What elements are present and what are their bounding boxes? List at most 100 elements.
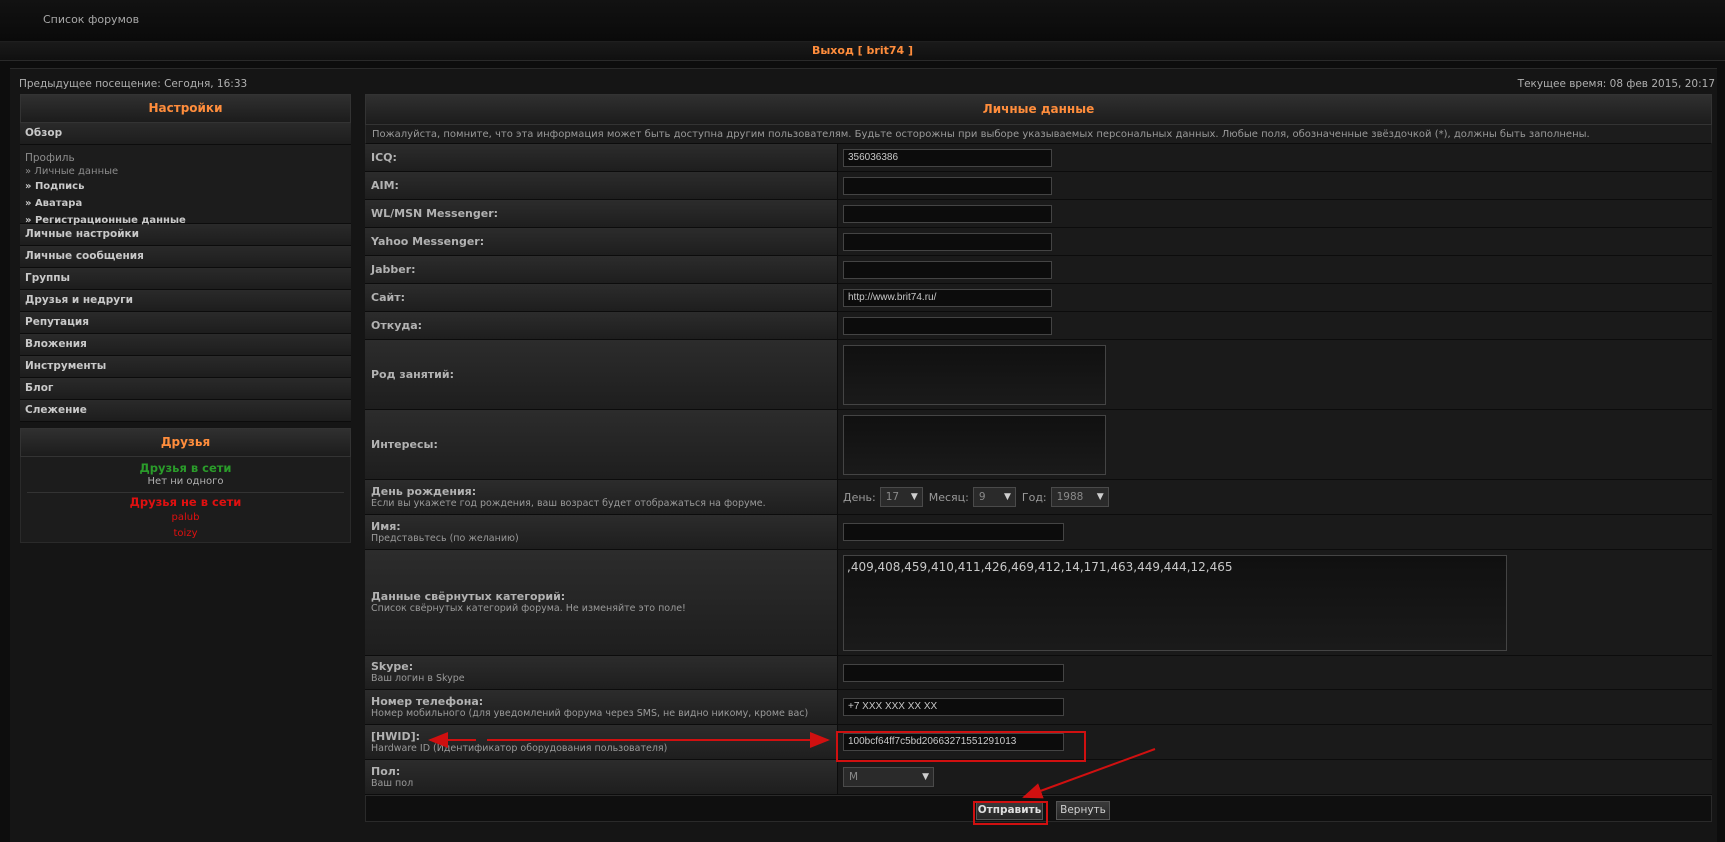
gender-label: Пол: (371, 764, 401, 778)
sidebar-item-groups[interactable]: Группы (20, 268, 351, 290)
logout-bar: Выход [ brit74 ] (0, 42, 1725, 61)
interests-textarea[interactable] (843, 414, 1106, 475)
friends-online-none: Нет ни одного (147, 476, 224, 487)
from-label: Откуда: (371, 319, 423, 332)
occupation-textarea[interactable] (843, 344, 1106, 405)
friends-title: Друзья (20, 428, 351, 457)
sidebar-item-watching[interactable]: Слежение (20, 400, 351, 422)
site-label: Сайт: (371, 291, 405, 304)
sidebar-item-personal-data[interactable]: » Личные данные (25, 165, 346, 178)
month-label: Месяц: (928, 490, 969, 504)
friend-link[interactable]: toizy (27, 526, 344, 542)
icq-input[interactable]: 356036386 (843, 148, 1052, 167)
phone-input[interactable]: +7 XXX XXX XX XX (843, 698, 1064, 716)
current-time: Текущее время: 08 фев 2015, 20:17 (1517, 78, 1715, 90)
sidebar-item-attachments[interactable]: Вложения (20, 334, 351, 356)
collapsed-label: Данные свёрнутых категорий: (371, 590, 566, 603)
chevron-down-icon: ▼ (1003, 492, 1011, 502)
row-phone: Номер телефона: Номер мобильного (для ув… (365, 690, 1712, 725)
from-input[interactable] (843, 316, 1052, 335)
row-skype: Skype: Ваш логин в Skype (365, 656, 1712, 690)
hwid-highlight-box (836, 731, 1086, 762)
row-msn: WL/MSN Messenger: (365, 200, 1712, 228)
year-value: 1988 (1056, 491, 1084, 503)
year-label: Год: (1021, 490, 1047, 504)
aim-input[interactable] (843, 176, 1052, 195)
friends-online-title: Друзья в сети (139, 461, 232, 475)
name-desc: Представьтесь (по желанию) (371, 532, 519, 544)
row-from: Откуда: (365, 312, 1712, 340)
previous-visit: Предыдущее посещение: Сегодня, 16:33 (19, 78, 248, 90)
row-name: Имя: Представьтесь (по желанию) (365, 515, 1712, 550)
form-title: Личные данные (365, 94, 1712, 125)
yahoo-label: Yahoo Messenger: (371, 235, 485, 248)
sidebar-item-signature[interactable]: » Подпись (25, 178, 346, 195)
row-jabber: Jabber: (365, 256, 1712, 284)
row-aim: AIM: (365, 172, 1712, 200)
msn-input[interactable] (843, 204, 1052, 223)
row-occupation: Род занятий: (365, 340, 1712, 410)
collapsed-desc: Список свёрнутых категорий форума. Не из… (371, 603, 686, 614)
yahoo-input[interactable] (843, 232, 1052, 251)
forum-list-link[interactable]: Список форумов (43, 13, 139, 26)
row-collapsed-categories: Данные свёрнутых категорий: Список свёрн… (365, 550, 1712, 656)
sidebar-item-overview[interactable]: Обзор (20, 123, 351, 145)
birthday-desc: Если вы укажете год рождения, ваш возрас… (371, 497, 766, 509)
submit-highlight-box (973, 801, 1048, 825)
interests-label: Интересы: (371, 438, 438, 451)
top-header: Список форумов (0, 0, 1725, 42)
personal-data-form: Личные данные Пожалуйста, помните, что э… (365, 94, 1712, 822)
chevron-down-icon: ▼ (922, 772, 929, 782)
settings-title: Настройки (20, 94, 351, 123)
phone-desc: Номер мобильного (для уведомлений форума… (371, 707, 809, 719)
skype-desc: Ваш логин в Skype (371, 673, 465, 684)
reset-button[interactable]: Вернуть (1056, 801, 1110, 820)
occupation-label: Род занятий: (371, 368, 454, 381)
row-site: Сайт: http://www.brit74.ru/ (365, 284, 1712, 312)
jabber-input[interactable] (843, 260, 1052, 279)
day-value: 17 (885, 491, 900, 503)
site-input[interactable]: http://www.brit74.ru/ (843, 288, 1052, 307)
birthday-label: День рождения: (371, 484, 477, 498)
hwid-label: [HWID]: (371, 729, 421, 743)
sidebar-item-blog[interactable]: Блог (20, 378, 351, 400)
icq-label: ICQ: (371, 151, 397, 164)
row-yahoo: Yahoo Messenger: (365, 228, 1712, 256)
day-select[interactable]: 17 ▼ (879, 487, 923, 507)
sidebar-item-private-messages[interactable]: Личные сообщения (20, 246, 351, 268)
sidebar-item-avatar[interactable]: » Аватара (25, 195, 346, 212)
name-input[interactable] (843, 523, 1064, 541)
profile-title[interactable]: Профиль (25, 151, 346, 165)
form-notice: Пожалуйста, помните, что эта информация … (365, 125, 1712, 144)
month-select[interactable]: 9 ▼ (972, 487, 1016, 507)
sidebar-item-friends-foes[interactable]: Друзья и недруги (20, 290, 351, 312)
row-icq: ICQ: 356036386 (365, 144, 1712, 172)
collapsed-textarea[interactable]: ,409,408,459,410,411,426,469,412,14,171,… (843, 555, 1507, 651)
friends-divider (27, 492, 344, 493)
month-value: 9 (978, 491, 986, 503)
sidebar-item-tools[interactable]: Инструменты (20, 356, 351, 378)
chevron-down-icon: ▼ (910, 492, 918, 502)
msn-label: WL/MSN Messenger: (371, 207, 499, 220)
name-label: Имя: (371, 519, 401, 533)
profile-section: Профиль » Личные данные » Подпись » Ават… (20, 145, 351, 226)
gender-select[interactable]: М ▼ (843, 767, 934, 787)
logout-link[interactable]: Выход [ brit74 ] (812, 44, 913, 57)
friends-body: Друзья в сети Нет ни одного Друзья не в … (20, 457, 351, 543)
gender-value: М (849, 771, 859, 783)
sidebar-item-reputation[interactable]: Репутация (20, 312, 351, 334)
skype-input[interactable] (843, 663, 1064, 682)
phone-label: Номер телефона: (371, 694, 484, 708)
friends-offline-title: Друзья не в сети (129, 495, 242, 509)
chevron-down-icon: ▼ (1096, 492, 1104, 502)
jabber-label: Jabber: (371, 263, 416, 276)
row-birthday: День рождения: Если вы укажете год рожде… (365, 480, 1712, 515)
friends-panel: Друзья Друзья в сети Нет ни одного Друзь… (20, 428, 351, 543)
day-label: День: (843, 490, 876, 504)
year-select[interactable]: 1988 ▼ (1050, 487, 1109, 507)
settings-sidebar: Настройки Обзор Профиль » Личные данные … (20, 94, 351, 543)
friend-link[interactable]: palub (27, 510, 344, 526)
gender-desc: Ваш пол (371, 777, 414, 789)
row-gender: Пол: Ваш пол М ▼ (365, 760, 1712, 795)
aim-label: AIM: (371, 179, 399, 192)
